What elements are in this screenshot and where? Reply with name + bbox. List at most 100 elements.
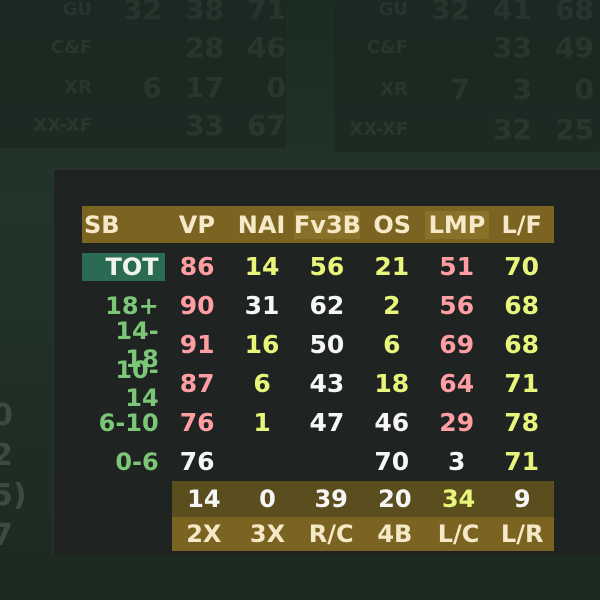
table-row: 10-14 87 6 43 18 64 71 <box>82 356 554 412</box>
row-label: 18+ <box>105 291 159 320</box>
column-header: Fv3B <box>293 210 361 239</box>
column-header: VP <box>178 210 215 239</box>
table-cell: 16 <box>244 330 280 359</box>
table-row: TOT 86 14 56 21 51 70 <box>82 247 554 286</box>
table-cell: 90 <box>179 291 215 320</box>
table-cell: 76 <box>179 408 215 437</box>
bg-row: XR 6 17 0 <box>0 70 286 104</box>
table-cell: 50 <box>309 330 345 359</box>
bg-cell: 7 <box>450 72 470 106</box>
table-row: 6-10 76 1 47 46 29 78 <box>82 403 554 442</box>
bg-row: C&F 33 49 <box>334 30 594 64</box>
table-cell: 1 <box>253 408 271 437</box>
table-cell: 51 <box>439 252 475 281</box>
stats-table: SB VP NAI Fv3B OS LMP L/F TOT 86 14 56 2… <box>82 206 554 551</box>
bg-row-label: GU <box>378 0 408 20</box>
table-cell: 76 <box>179 447 215 476</box>
footer-label: 2X <box>186 520 222 548</box>
row-label: 6-10 <box>98 408 159 437</box>
footer-label: L/R <box>500 520 544 548</box>
table-cell: 91 <box>179 330 215 359</box>
table-cell: 31 <box>244 291 280 320</box>
footer-label: 4B <box>377 520 413 548</box>
row-label: TOT <box>82 252 165 281</box>
column-header: OS <box>373 210 412 239</box>
bg-cell: 38 <box>185 0 224 26</box>
table-cell: 68 <box>504 330 539 359</box>
table-cell: 70 <box>504 252 539 281</box>
bg-row-label: GU <box>62 0 92 20</box>
table-cell: 18 <box>374 369 410 398</box>
table-cell: 69 <box>439 330 475 359</box>
bg-cell: 32 <box>123 0 162 26</box>
header-label: SB <box>84 210 120 239</box>
bg-row-label: C&F <box>50 36 92 58</box>
footer-value: 9 <box>513 485 531 513</box>
table-cell: 2 <box>383 291 401 320</box>
bg-cell: 32 <box>493 112 532 146</box>
footer-totals-row: 14 0 39 20 34 9 <box>172 481 554 517</box>
bg-cell: 68 <box>555 0 594 26</box>
bg-row: C&F 28 46 <box>0 30 286 64</box>
bg-row: XX-XF 33 67 <box>0 108 286 142</box>
table-cell: 71 <box>504 447 539 476</box>
bg-cell: 3 <box>512 72 532 106</box>
table-row: 0-6 76 70 3 71 <box>82 442 554 481</box>
bg-row-label: XR <box>64 76 92 98</box>
footer-value: 20 <box>378 485 412 513</box>
table-cell: 86 <box>179 252 215 281</box>
background-panel-right: GU 32 41 68 C&F 33 49 XR 7 3 0 XX-XF 32 … <box>334 0 600 152</box>
table-cell: 70 <box>374 447 410 476</box>
bg-cell: 6 <box>142 70 162 104</box>
left-edge-text: 2 <box>0 438 13 473</box>
column-header: L/F <box>501 210 542 239</box>
table-cell: 64 <box>439 369 475 398</box>
bg-row: GU 32 41 68 <box>334 0 594 26</box>
table-cell: 46 <box>374 408 410 437</box>
table-cell: 6 <box>383 330 401 359</box>
bg-cell: 71 <box>247 0 286 26</box>
table-cell: 14 <box>244 252 280 281</box>
footer-value: 14 <box>187 485 221 513</box>
bg-row-label: C&F <box>366 36 408 58</box>
column-header: NAI <box>237 210 286 239</box>
background-panel-left: GU 32 38 71 C&F 28 46 XR 6 17 0 XX-XF 33… <box>0 0 286 148</box>
bg-row-label: XX-XF <box>33 114 92 136</box>
row-label: 10-14 <box>115 355 159 412</box>
bg-cell: 46 <box>247 30 286 64</box>
table-cell: 62 <box>309 291 345 320</box>
table-cell: 6 <box>253 369 271 398</box>
bg-row: XX-XF 32 25 <box>334 112 594 146</box>
column-header: LMP <box>424 210 490 239</box>
footer-labels-row: 2X 3X R/C 4B L/C L/R <box>172 517 554 551</box>
bg-cell: 0 <box>266 70 286 104</box>
bg-row: GU 32 38 71 <box>0 0 286 26</box>
bg-cell: 0 <box>574 72 594 106</box>
left-edge-text: 5) <box>0 478 27 513</box>
bg-cell: 25 <box>555 112 594 146</box>
bg-cell: 33 <box>493 30 532 64</box>
bg-row: XR 7 3 0 <box>334 72 594 106</box>
bg-row-label: XX-XF <box>349 118 408 140</box>
row-label: 0-6 <box>115 447 159 476</box>
footer-value: 34 <box>441 485 476 513</box>
bg-row-label: XR <box>380 78 408 100</box>
bg-cell: 17 <box>185 70 224 104</box>
table-cell: 21 <box>374 252 410 281</box>
bg-cell: 28 <box>185 30 224 64</box>
bg-cell: 32 <box>431 0 470 26</box>
bg-cell: 41 <box>493 0 532 26</box>
table-cell: 3 <box>447 447 466 476</box>
left-edge-text: 0 <box>0 398 13 433</box>
table-cell: 56 <box>439 291 475 320</box>
stats-panel: SB VP NAI Fv3B OS LMP L/F TOT 86 14 56 2… <box>52 168 600 554</box>
footer-label: 3X <box>249 520 286 548</box>
bg-cell: 33 <box>185 108 224 142</box>
table-cell: 47 <box>309 408 345 437</box>
table-cell: 68 <box>504 291 539 320</box>
table-cell: 43 <box>309 369 345 398</box>
bg-cell: 67 <box>247 108 286 142</box>
footer-label: L/C <box>437 520 480 548</box>
table-cell: 29 <box>439 408 475 437</box>
footer-value: 0 <box>259 485 276 513</box>
